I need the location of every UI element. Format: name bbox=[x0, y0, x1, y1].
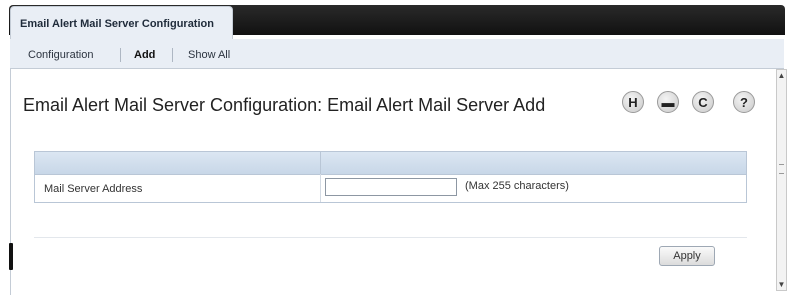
row-divider bbox=[320, 174, 321, 202]
refresh-glyph: C bbox=[698, 94, 708, 110]
mail-server-address-input[interactable] bbox=[325, 178, 457, 196]
max-characters-hint: (Max 255 characters) bbox=[465, 180, 569, 192]
subnav-separator bbox=[120, 48, 121, 62]
print-glyph: ▬ bbox=[661, 94, 675, 110]
left-edge-marker bbox=[9, 243, 13, 270]
tab-email-alert-mail-server-configuration[interactable]: Email Alert Mail Server Configuration bbox=[10, 6, 233, 40]
refresh-icon[interactable]: C bbox=[692, 91, 714, 113]
subnav-show-all[interactable]: Show All bbox=[188, 49, 230, 61]
page-title: Email Alert Mail Server Configuration: E… bbox=[23, 95, 546, 115]
scroll-grip-icon bbox=[779, 164, 784, 174]
mail-server-form: Mail Server Address (Max 255 characters) bbox=[34, 151, 747, 203]
vertical-scrollbar[interactable]: ▲ ▼ bbox=[776, 69, 787, 291]
sub-navigation: Configuration Add Show All bbox=[10, 39, 784, 69]
header-divider bbox=[320, 152, 321, 174]
apply-button[interactable]: Apply bbox=[659, 246, 715, 266]
form-header bbox=[35, 152, 746, 175]
divider bbox=[34, 237, 747, 238]
help-glyph: ? bbox=[740, 94, 748, 110]
print-icon[interactable]: ▬ bbox=[657, 91, 679, 113]
subnav-add[interactable]: Add bbox=[134, 49, 155, 61]
scroll-up-arrow-icon[interactable]: ▲ bbox=[777, 70, 786, 81]
table-row: Mail Server Address (Max 255 characters) bbox=[35, 174, 746, 202]
tab-label: Email Alert Mail Server Configuration bbox=[20, 18, 214, 30]
save-icon[interactable]: H bbox=[622, 91, 644, 113]
help-icon[interactable]: ? bbox=[733, 91, 755, 113]
mail-server-address-label: Mail Server Address bbox=[44, 183, 143, 195]
subnav-configuration[interactable]: Configuration bbox=[28, 49, 93, 61]
subnav-separator bbox=[172, 48, 173, 62]
save-glyph: H bbox=[628, 94, 638, 110]
scroll-down-arrow-icon[interactable]: ▼ bbox=[777, 279, 786, 290]
